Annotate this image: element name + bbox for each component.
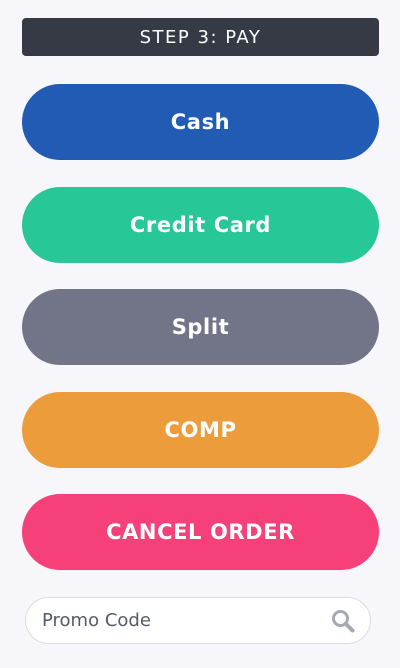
split-button[interactable]: Split [22, 289, 379, 365]
comp-button[interactable]: COMP [22, 392, 379, 468]
promo-code-input[interactable] [42, 610, 330, 631]
cash-button[interactable]: Cash [22, 84, 379, 160]
promo-code-field[interactable] [25, 597, 371, 644]
step-title: STEP 3: PAY [22, 18, 379, 56]
search-icon[interactable] [330, 608, 356, 634]
cancel-order-button[interactable]: CANCEL ORDER [22, 494, 379, 570]
pay-screen: STEP 3: PAY Cash Credit Card Split COMP … [0, 0, 400, 668]
credit-card-button[interactable]: Credit Card [22, 187, 379, 263]
